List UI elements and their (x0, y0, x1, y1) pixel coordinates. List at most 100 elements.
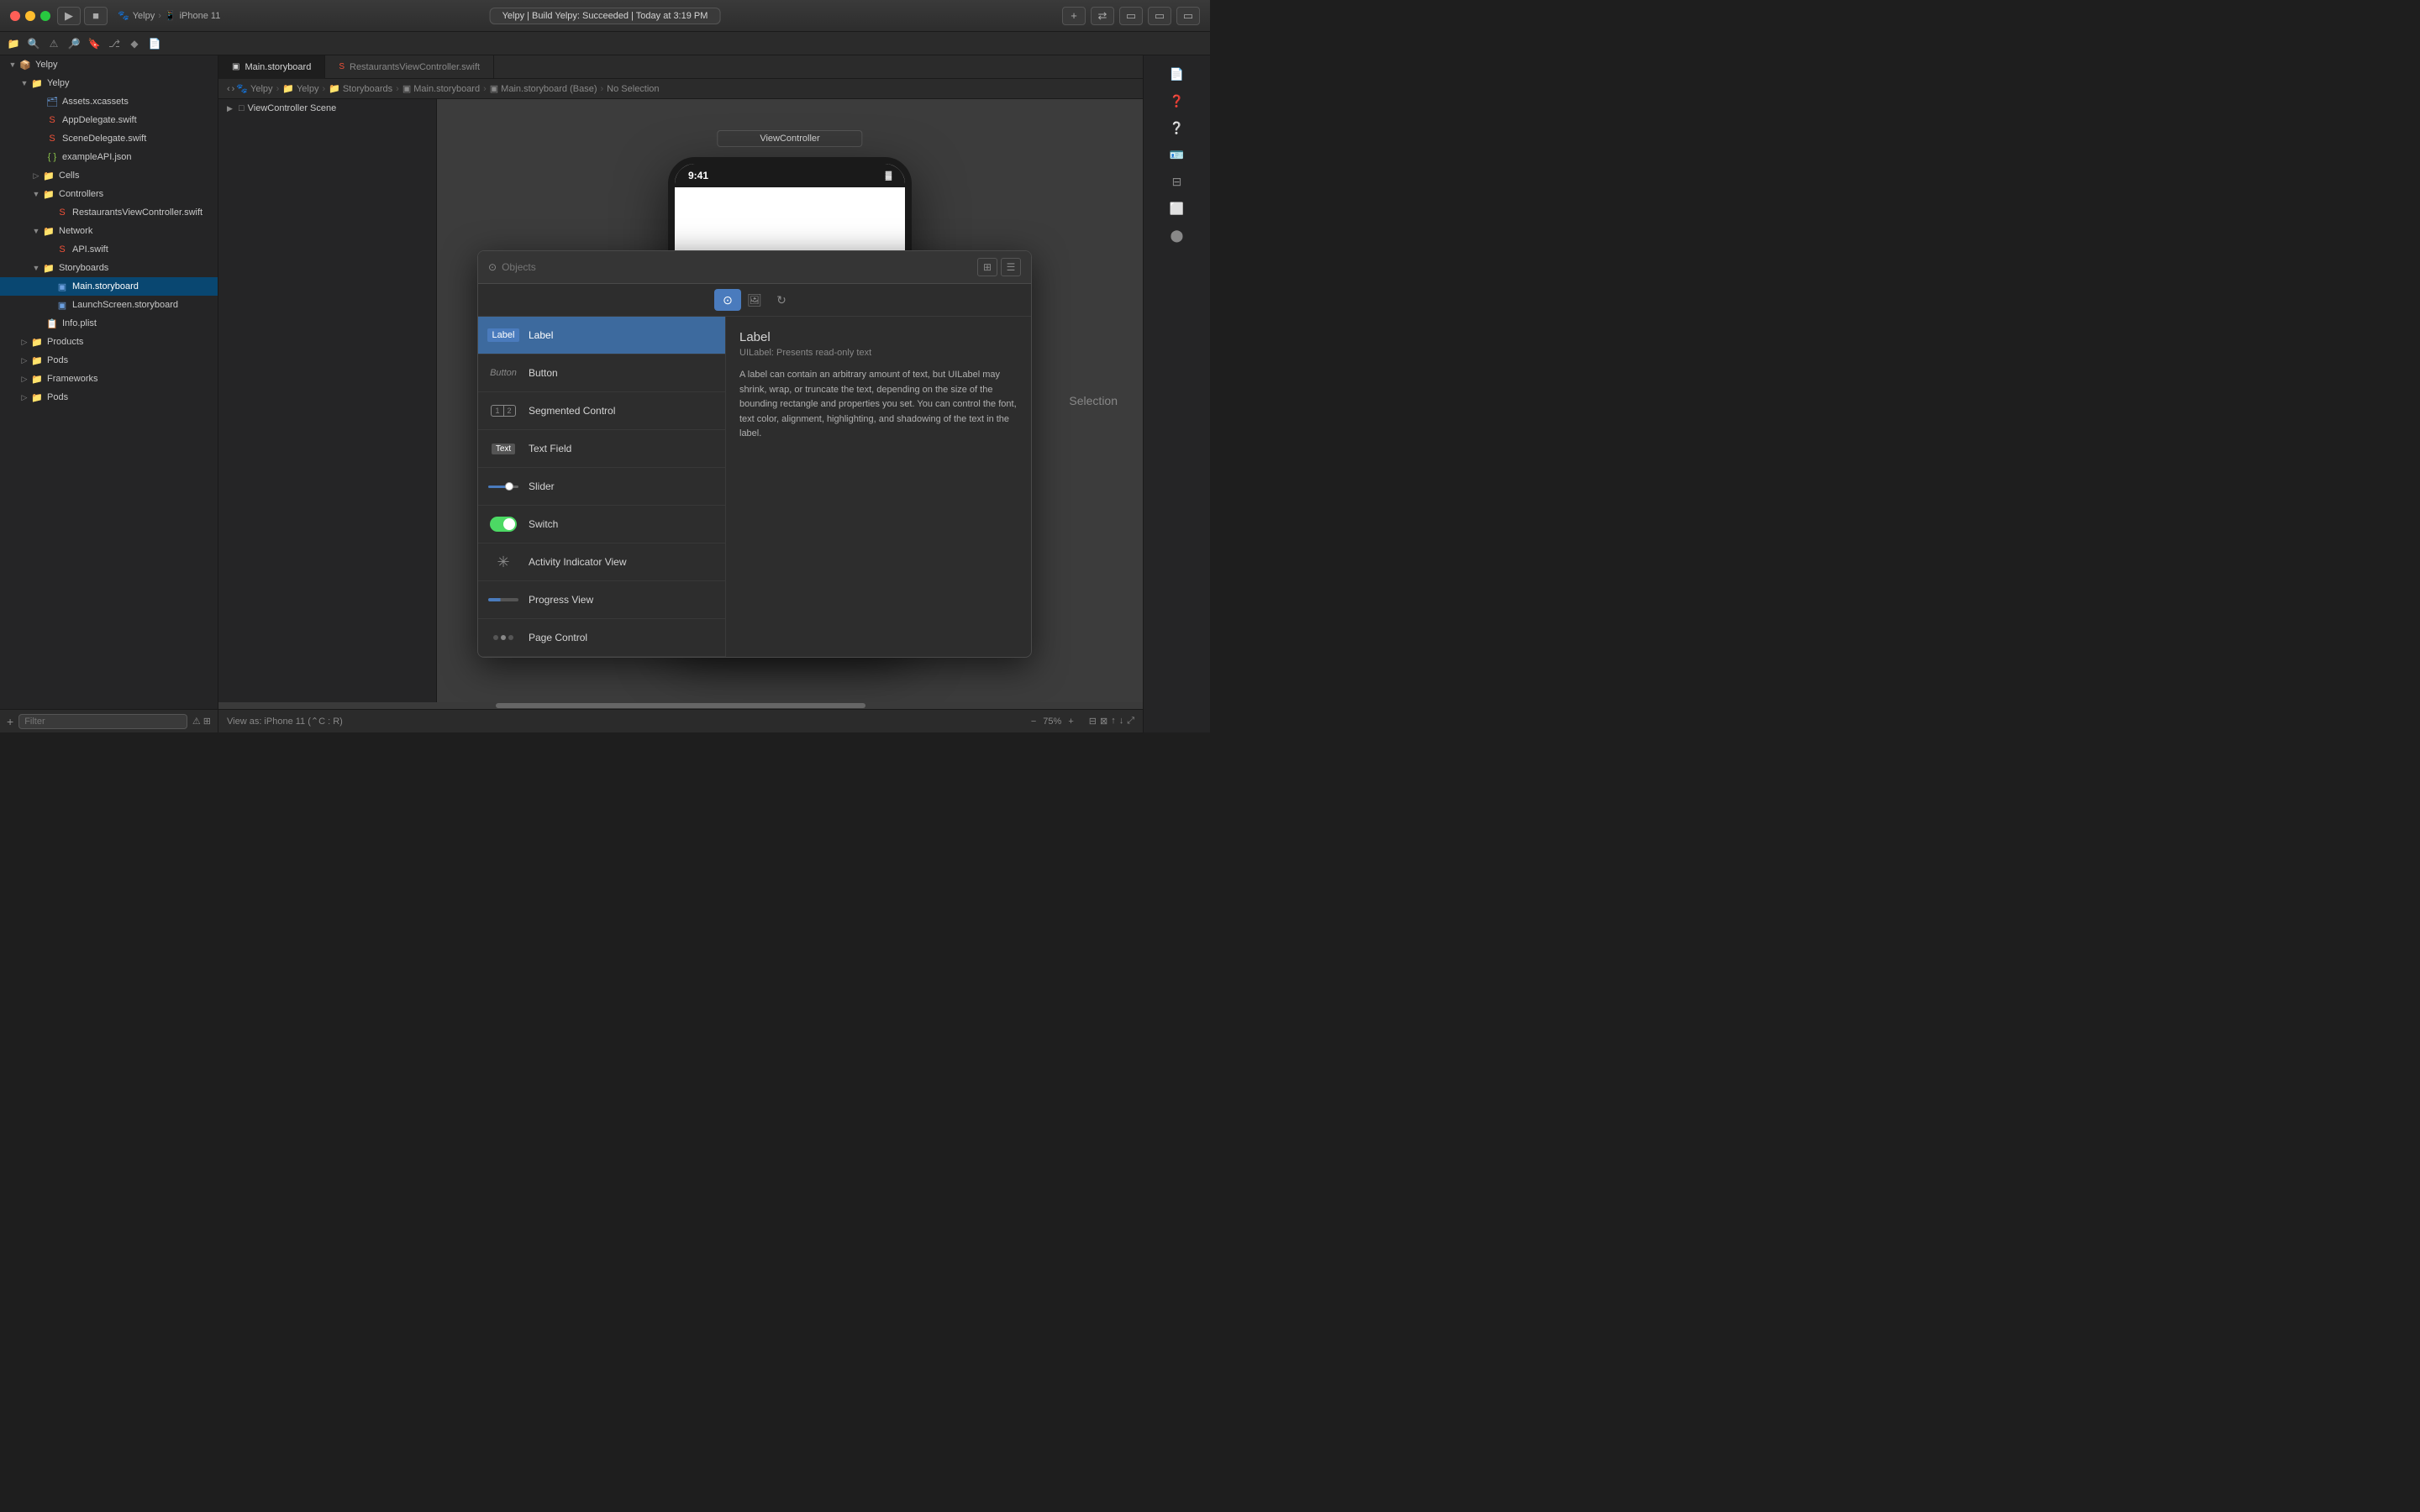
sidebar-item-storyboards[interactable]: ▼ 📁 Storyboards (0, 259, 218, 277)
device-name[interactable]: iPhone 11 (180, 11, 221, 21)
list-item-pagecontrol[interactable]: Page Control (478, 619, 725, 657)
filter-input[interactable] (18, 714, 187, 729)
sidebar-item-restaurants-vc[interactable]: ▷ S RestaurantsViewController.swift (0, 203, 218, 222)
storyboard-canvas[interactable]: ViewController 9:41 ▓ (437, 99, 1143, 702)
tab-restaurants-vc[interactable]: S RestaurantsViewController.swift (325, 55, 494, 78)
nav-find-icon[interactable]: 🔍 (25, 35, 42, 52)
layout-icon-1[interactable]: ⊟ (1089, 716, 1097, 727)
sidebar-item-cells[interactable]: ▷ 📁 Cells (0, 166, 218, 185)
slider-thumb (505, 482, 513, 491)
sidebar-item-main-storyboard[interactable]: ▷ ▣ Main.storyboard (0, 277, 218, 296)
objects-list-view-button[interactable]: ☰ (1001, 258, 1021, 276)
inspector-connections-icon[interactable]: ⬤ (1165, 223, 1189, 247)
list-item-label[interactable]: Label Label (478, 317, 725, 354)
sidebar-item-label: Main.storyboard (72, 281, 139, 291)
breadcrumb-main-sb-base[interactable]: ▣Main.storyboard (Base) (490, 83, 597, 94)
sidebar-item-api[interactable]: ▷ S API.swift (0, 240, 218, 259)
list-item-textfield[interactable]: Text Text Field (478, 430, 725, 468)
zoom-plus-btn[interactable]: + (1068, 717, 1073, 727)
tab-main-storyboard[interactable]: ▣ Main.storyboard (218, 55, 325, 79)
maximize-button[interactable] (40, 11, 50, 21)
nav-warning-icon[interactable]: ⚠ (45, 35, 62, 52)
layout-icon-4[interactable]: ↓ (1119, 716, 1124, 727)
sidebar-item-scenedelegate[interactable]: ▷ S SceneDelegate.swift (0, 129, 218, 148)
filter-grid-icon[interactable]: ⊞ (203, 716, 211, 727)
add-button[interactable]: + (1062, 7, 1086, 25)
minimize-button[interactable] (25, 11, 35, 21)
zoom-minus-btn[interactable]: − (1031, 717, 1036, 727)
tab-images[interactable]: 🖼 (741, 289, 768, 311)
tab-objects[interactable]: ⊙ (714, 289, 741, 311)
search-icon: ⊙ (488, 261, 497, 273)
inspector-file-icon[interactable]: 📄 (1165, 62, 1189, 86)
scheme-name[interactable]: Yelpy (133, 11, 155, 21)
breadcrumb-nav-back[interactable]: ‹ (227, 84, 230, 94)
layout-icon-3[interactable]: ↑ (1111, 716, 1116, 727)
sidebar-item-label: AppDelegate.swift (62, 115, 137, 125)
nav-bookmark-icon[interactable]: 🔖 (86, 35, 103, 52)
layout-3-button[interactable]: ▭ (1176, 7, 1200, 25)
tab-color[interactable]: ↻ (768, 289, 795, 311)
sidebar-item-controllers[interactable]: ▼ 📁 Controllers (0, 185, 218, 203)
breadcrumb-storyboards[interactable]: 📁Storyboards (329, 83, 392, 94)
scrollbar-thumb[interactable] (496, 703, 865, 708)
layout-icon-5[interactable]: ⤢ (1127, 716, 1134, 727)
inspector-quick-icon[interactable]: ❓ (1165, 89, 1189, 113)
list-item-segmented[interactable]: 1 2 Segmented Control (478, 392, 725, 430)
sidebar-item-infoplist[interactable]: ▷ 📋 Info.plist (0, 314, 218, 333)
arrow-icon: ▷ (18, 375, 30, 384)
bc-sep: › (601, 84, 604, 94)
breadcrumb-yelpy1[interactable]: 🐾Yelpy (236, 83, 272, 94)
inspector-size-icon[interactable]: ⬜ (1165, 197, 1189, 220)
progress-item-name: Progress View (529, 594, 593, 606)
horizontal-scrollbar[interactable] (218, 702, 1143, 709)
nav-report-icon[interactable]: 📄 (146, 35, 163, 52)
list-item-slider[interactable]: Slider (478, 468, 725, 506)
sidebar-item-frameworks[interactable]: ▷ 📁 Frameworks (0, 370, 218, 388)
layout-2-button[interactable]: ▭ (1148, 7, 1171, 25)
objects-tab-bar: ⊙ 🖼 ↻ (478, 284, 1031, 317)
nav-search-icon[interactable]: 🔎 (66, 35, 82, 52)
list-item-switch[interactable]: Switch (478, 506, 725, 543)
folder-icon: 📁 (42, 261, 55, 275)
folder-bc-icon: 📁 (282, 84, 294, 94)
nav-breakpoint-icon[interactable]: ◆ (126, 35, 143, 52)
close-button[interactable] (10, 11, 20, 21)
sidebar-item-yelpy-root[interactable]: ▼ 📦 Yelpy (0, 55, 218, 74)
list-item-button[interactable]: Button Button (478, 354, 725, 392)
arrow-icon: ▼ (30, 264, 42, 272)
sidebar-item-yelpy-group[interactable]: ▼ 📁 Yelpy (0, 74, 218, 92)
sidebar-item-network[interactable]: ▼ 📁 Network (0, 222, 218, 240)
list-item-activity[interactable]: ✳ Activity Indicator View (478, 543, 725, 581)
sidebar-item-pods[interactable]: ▷ 📁 Pods (0, 351, 218, 370)
nav-folder-icon[interactable]: 📁 (5, 35, 22, 52)
breadcrumb-yelpy2[interactable]: 📁Yelpy (282, 83, 318, 94)
sidebar-item-launchscreen[interactable]: ▷ ▣ LaunchScreen.storyboard (0, 296, 218, 314)
folder-icon: 📁 (30, 76, 44, 90)
sidebar-item-pods2[interactable]: ▷ 📁 Pods (0, 388, 218, 407)
sidebar-item-exampleapi[interactable]: ▷ { } exampleAPI.json (0, 148, 218, 166)
sidebar-item-products[interactable]: ▷ 📁 Products (0, 333, 218, 351)
scene-viewcontroller[interactable]: ▶ □ ViewController Scene (218, 99, 436, 118)
objects-search-input[interactable] (502, 261, 971, 273)
layout-icon-2[interactable]: ⊠ (1100, 716, 1107, 727)
inspector-help-icon[interactable]: ❔ (1165, 116, 1189, 139)
nav-branch-icon[interactable]: ⎇ (106, 35, 123, 52)
back-forward-button[interactable]: ⇄ (1091, 7, 1114, 25)
layout-1-button[interactable]: ▭ (1119, 7, 1143, 25)
inspector-identity-icon[interactable]: 🪪 (1165, 143, 1189, 166)
sidebar-item-appdelegate[interactable]: ▷ S AppDelegate.swift (0, 111, 218, 129)
breadcrumb-main-sb[interactable]: ▣Main.storyboard (402, 83, 480, 94)
filter-warn-icon[interactable]: ⚠ (192, 716, 201, 727)
run-button[interactable]: ▶ (57, 7, 81, 25)
sidebar-item-label: RestaurantsViewController.swift (72, 207, 203, 218)
list-item-progress[interactable]: Progress View (478, 581, 725, 619)
sidebar-item-assets[interactable]: ▷ 🗂 Assets.xcassets (0, 92, 218, 111)
stop-button[interactable]: ■ (84, 7, 108, 25)
objects-grid-view-button[interactable]: ⊞ (977, 258, 997, 276)
breadcrumb-nav-forward[interactable]: › (232, 84, 235, 94)
inspector-attributes-icon[interactable]: ⊟ (1165, 170, 1189, 193)
add-file-button[interactable]: + (7, 715, 13, 728)
scheme-icon: 🐾 (118, 10, 129, 21)
build-status-text: Yelpy | Build Yelpy: Succeeded | Today a… (502, 11, 708, 21)
